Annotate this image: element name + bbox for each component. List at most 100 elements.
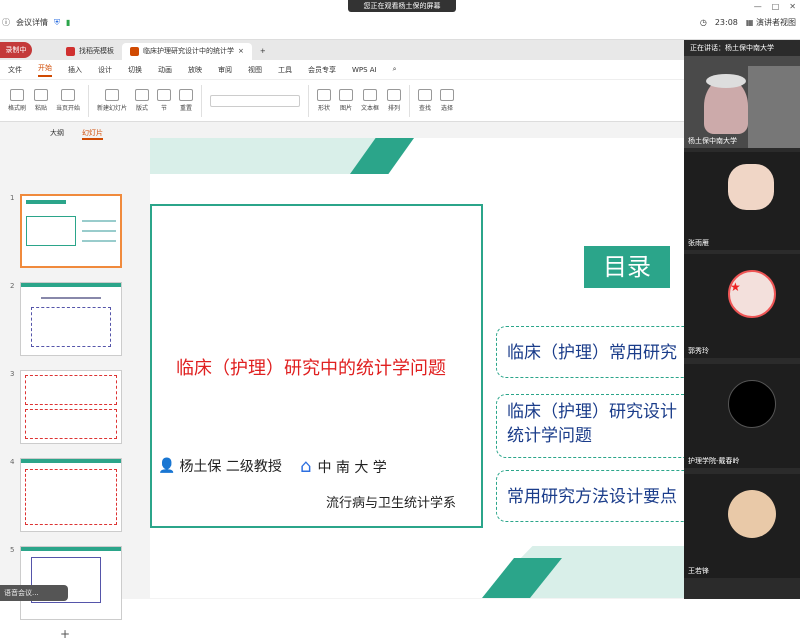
section-button[interactable]: 节 <box>157 89 172 112</box>
toc-title: 目录 <box>584 246 670 288</box>
avatar <box>728 490 776 538</box>
menu-view[interactable]: 视图 <box>248 65 262 75</box>
menu-slideshow[interactable]: 放映 <box>188 65 202 75</box>
close-icon[interactable]: ✕ <box>789 2 796 11</box>
ribbon-toolbar: 格式刷 粘贴 当页开始 新建幻灯片 版式 节 重置 形状 图片 文本框 排列 查… <box>0 80 684 122</box>
new-slide-label: 新建幻灯片 <box>97 105 128 112</box>
divider <box>308 84 310 117</box>
recording-badge[interactable]: 录制中 <box>0 42 32 58</box>
university-line: ⌂ 中 南 大 学 <box>300 456 387 477</box>
maximize-icon[interactable]: □ <box>772 2 780 11</box>
participant-tile-2[interactable]: 张雨雁 <box>684 152 800 250</box>
new-tab-button[interactable]: + <box>252 43 274 60</box>
menu-member[interactable]: 会员专享 <box>308 65 336 75</box>
shape-icon <box>317 89 332 101</box>
toc-item-3: 常用研究方法设计要点 <box>496 470 684 522</box>
participant-tile-4[interactable]: 护理学院-戴春岭 <box>684 364 800 468</box>
tab-slides[interactable]: 幻灯片 <box>82 128 103 140</box>
thumb-number: 1 <box>10 194 15 202</box>
slide-thumbnail-3[interactable] <box>20 370 122 444</box>
find-label: 查找 <box>419 105 432 112</box>
ppt-file-icon <box>130 47 139 56</box>
search-icon[interactable]: ⌕ <box>393 65 397 74</box>
tab-outline[interactable]: 大纲 <box>50 128 64 140</box>
thumb-line <box>41 297 101 299</box>
menu-tools[interactable]: 工具 <box>278 65 292 75</box>
slide-thumbnail-4[interactable] <box>20 458 122 532</box>
speaking-indicator: 正在讲话：杨土保中南大学 <box>690 44 774 52</box>
slide-canvas: 临床（护理）研究中的统计学问题 👤 杨土保 二级教授 ⌂ 中 南 大 学 流行病… <box>150 138 684 598</box>
layout-label: 版式 <box>136 105 149 112</box>
picture-icon <box>339 89 354 101</box>
select-icon <box>440 89 455 101</box>
background-wall <box>748 66 800 148</box>
textbox-icon <box>363 89 378 101</box>
menu-file[interactable]: 文件 <box>8 65 22 75</box>
avatar <box>728 164 774 210</box>
thumb-number: 4 <box>10 458 15 466</box>
slide-title: 临床（护理）研究中的统计学问题 <box>176 358 446 379</box>
signal-icon[interactable]: ▮ <box>66 18 70 27</box>
participant-tile-5[interactable]: 王若锋 <box>684 474 800 578</box>
participant-video-1[interactable]: 杨土保中南大学 <box>684 56 800 148</box>
slide-thumbnail-5[interactable] <box>20 546 122 620</box>
shield-icon[interactable]: ⛨ <box>54 18 60 28</box>
layout-button[interactable]: 版式 <box>135 89 150 112</box>
new-slide-button[interactable]: 新建幻灯片 <box>97 89 127 112</box>
picture-button[interactable]: 图片 <box>339 89 354 112</box>
screen-share-notice: 您正在观看杨土保的屏幕 <box>348 0 456 12</box>
tab-template[interactable]: 找稻壳模板 <box>58 43 122 60</box>
shape-button[interactable]: 形状 <box>317 89 332 112</box>
participant-tile-3[interactable]: ★ 郭秀玲 <box>684 254 800 358</box>
menu-insert[interactable]: 插入 <box>68 65 82 75</box>
tab-document[interactable]: 临床护理研究设计中的统计学 × <box>122 43 252 60</box>
font-family-select[interactable] <box>210 94 301 107</box>
clock-icon: ◷ <box>699 18 707 27</box>
tab-template-label: 找稻壳模板 <box>79 47 114 55</box>
format-painter-button[interactable]: 格式刷 <box>8 89 26 112</box>
view-mode-button[interactable]: ▦ 演讲者视图 <box>746 17 796 28</box>
document-tab-bar: 录制中 找稻壳模板 临床护理研究设计中的统计学 × + <box>0 40 684 60</box>
brush-icon <box>10 89 24 101</box>
menu-review[interactable]: 审阅 <box>218 65 232 75</box>
meeting-details-button[interactable]: 会议详情 <box>16 17 48 28</box>
thumb-decor <box>21 459 121 463</box>
menu-transition[interactable]: 切换 <box>128 65 142 75</box>
thumb-line <box>82 240 116 242</box>
home-icon: ⌂ <box>300 456 312 477</box>
select-button[interactable]: 选择 <box>440 89 455 112</box>
start-current-label: 当页开始 <box>56 105 81 112</box>
participant-name: 杨土保中南大学 <box>688 137 737 145</box>
arrange-button[interactable]: 排列 <box>387 89 402 112</box>
reset-icon <box>179 89 194 101</box>
slide-thumbnail-1[interactable] <box>20 194 122 268</box>
paste-button[interactable]: 粘贴 <box>34 89 49 112</box>
reset-button[interactable]: 重置 <box>179 89 194 112</box>
flag-icon: ★ <box>730 280 741 294</box>
thumb-line <box>82 220 116 222</box>
thumb-text-box <box>25 375 117 405</box>
meeting-info-icon[interactable]: ⓘ <box>2 17 10 28</box>
meeting-time: 23:08 <box>714 18 738 27</box>
menu-animation[interactable]: 动画 <box>158 65 172 75</box>
find-button[interactable]: 查找 <box>418 89 433 112</box>
minimize-icon[interactable]: — <box>754 2 762 11</box>
avatar <box>728 270 776 318</box>
start-current-button[interactable]: 当页开始 <box>56 89 80 112</box>
participant-sidebar: 正在讲话：杨土保中南大学 杨土保中南大学 张雨雁 ★ 郭秀玲 护理学院-戴春岭 … <box>684 40 800 599</box>
menu-home[interactable]: 开始 <box>38 63 52 77</box>
paste-label: 粘贴 <box>35 105 48 112</box>
add-slide-button[interactable]: + <box>60 627 70 641</box>
menu-design[interactable]: 设计 <box>98 65 112 75</box>
picture-label: 图片 <box>340 105 353 112</box>
university-name: 中 南 大 学 <box>317 459 387 476</box>
participant-name: 张雨雁 <box>688 239 709 247</box>
textbox-button[interactable]: 文本框 <box>361 89 379 112</box>
menu-wps-ai[interactable]: WPS AI <box>352 66 377 74</box>
menu-bar: 文件 开始 插入 设计 切换 动画 放映 审阅 视图 工具 会员专享 WPS A… <box>0 60 684 80</box>
divider <box>409 84 411 117</box>
participant-name: 王若锋 <box>688 567 709 575</box>
slide-thumbnail-2[interactable] <box>20 282 122 356</box>
tab-close-icon[interactable]: × <box>238 43 244 60</box>
layout-icon <box>135 89 150 101</box>
